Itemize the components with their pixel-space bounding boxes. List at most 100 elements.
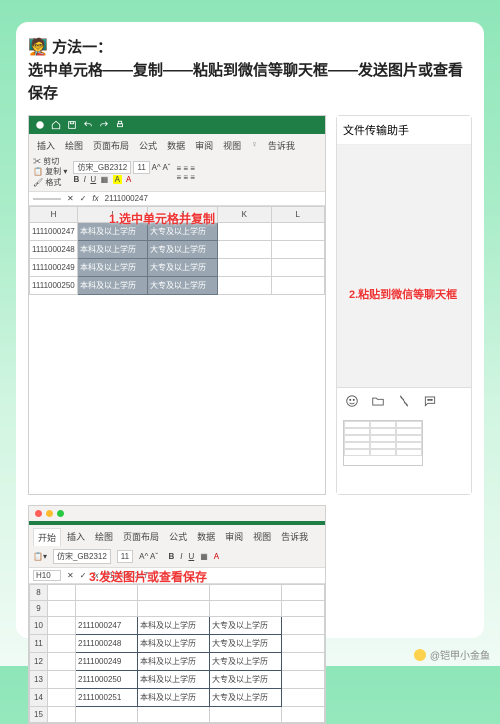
tab-data[interactable]: 数据 [193,528,219,546]
cell[interactable] [218,241,272,259]
col-header[interactable]: L [271,207,325,223]
cell[interactable]: 大专及以上学历 [210,617,282,635]
increase-font-icon[interactable]: A^ [152,163,161,172]
cell[interactable]: 大专及以上学历 [210,689,282,707]
folder-icon[interactable] [371,394,385,408]
format-label[interactable]: 格式 [45,178,61,187]
formula-value[interactable]: 2111000247 [105,194,148,203]
chat-history-icon[interactable] [423,394,437,408]
copy-label[interactable]: 复制 [45,167,61,176]
cell[interactable]: 本科及以上学历 [78,277,148,295]
tab-tellme[interactable]: 告诉我 [277,528,312,546]
min-dot[interactable] [46,510,53,517]
cell[interactable]: 本科及以上学历 [138,653,210,671]
cell[interactable]: 1111000248 [30,241,78,259]
emoji-icon[interactable] [345,394,359,408]
tab-draw[interactable]: 绘图 [91,528,117,546]
cell[interactable]: 本科及以上学历 [138,671,210,689]
fill-color-button[interactable]: A [113,175,122,184]
cell[interactable]: 1111000249 [30,259,78,277]
cell[interactable]: 大专及以上学历 [210,635,282,653]
bold-button[interactable]: B [73,175,79,184]
cell[interactable]: 大专及以上学历 [148,259,218,277]
save-icon[interactable] [67,120,77,130]
italic-button[interactable]: I [84,175,86,184]
pasted-image-thumbnail[interactable] [343,420,423,466]
cell[interactable]: 本科及以上学历 [78,259,148,277]
fx-icon[interactable]: fx [92,194,98,203]
row-header[interactable]: 9 [30,601,48,617]
font-name-select[interactable]: 仿宋_GB2312 [53,549,111,564]
cell[interactable]: 大专及以上学历 [210,653,282,671]
tab-view[interactable]: 视图 [219,137,245,154]
tab-tellme[interactable]: 告诉我 [264,137,299,154]
cell[interactable]: 本科及以上学历 [78,241,148,259]
cell[interactable]: 本科及以上学历 [138,689,210,707]
tab-review[interactable]: 审阅 [221,528,247,546]
cell[interactable]: 2111000249 [76,653,138,671]
border-button[interactable]: ▦ [101,175,109,184]
name-box[interactable] [33,198,61,200]
name-box[interactable]: H10 [33,570,61,581]
screenshot-icon[interactable] [397,394,411,408]
spreadsheet-grid-2[interactable]: 8 9 102111000247本科及以上学历大专及以上学历 112111000… [29,584,325,723]
cell[interactable]: 2111000251 [76,689,138,707]
col-header[interactable]: K [218,207,272,223]
tab-review[interactable]: 审阅 [191,137,217,154]
cell[interactable]: 大专及以上学历 [210,671,282,689]
cell[interactable]: 1111000250 [30,277,78,295]
underline-button[interactable]: U [90,175,96,184]
tab-layout[interactable]: 页面布局 [89,137,133,154]
max-dot[interactable] [57,510,64,517]
tab-formula[interactable]: 公式 [165,528,191,546]
row-header[interactable]: 8 [30,585,48,601]
decrease-font-icon[interactable]: Aˇ [162,163,170,172]
font-size-select[interactable]: 11 [133,161,149,174]
cell[interactable] [271,223,325,241]
cell[interactable]: 2111000248 [76,635,138,653]
cancel-icon[interactable]: ✕ [67,194,74,203]
enter-icon[interactable]: ✓ [80,194,87,203]
tab-data[interactable]: 数据 [163,137,189,154]
tab-view[interactable]: 视图 [249,528,275,546]
wechat-input-area[interactable] [337,414,471,494]
tab-insert[interactable]: 插入 [63,528,89,546]
row-header[interactable]: 11 [30,635,48,653]
cell[interactable] [271,259,325,277]
tab-layout[interactable]: 页面布局 [119,528,163,546]
tab-formula[interactable]: 公式 [135,137,161,154]
row-header[interactable]: 10 [30,617,48,635]
redo-icon[interactable] [99,120,109,130]
home-icon[interactable] [51,120,61,130]
row-header[interactable]: 14 [30,689,48,707]
cell[interactable] [271,241,325,259]
cell[interactable]: 本科及以上学历 [138,617,210,635]
print-icon[interactable] [115,120,125,130]
cut-label[interactable]: 剪切 [43,157,59,166]
paste-button[interactable]: 📋▾ [33,552,47,561]
cell[interactable]: 大专及以上学历 [148,277,218,295]
tab-draw[interactable]: 绘图 [61,137,87,154]
cell[interactable] [271,277,325,295]
cell[interactable] [218,223,272,241]
cell[interactable]: 1111000247 [30,223,78,241]
row-header[interactable]: 13 [30,671,48,689]
font-size-select[interactable]: 11 [117,550,133,563]
row-header[interactable]: 15 [30,707,48,723]
cancel-icon[interactable]: ✕ [67,571,74,580]
font-color-button[interactable]: A [126,175,131,184]
cell[interactable]: 大专及以上学历 [148,241,218,259]
close-dot[interactable] [35,510,42,517]
cell[interactable]: 2111000247 [76,617,138,635]
cell[interactable]: 本科及以上学历 [138,635,210,653]
cell[interactable] [218,277,272,295]
cell[interactable] [218,259,272,277]
enter-icon[interactable]: ✓ [80,571,87,580]
row-header[interactable]: 12 [30,653,48,671]
cell[interactable]: 2111000250 [76,671,138,689]
tab-home[interactable]: 开始 [33,528,61,546]
col-header[interactable]: H [30,207,78,223]
tab-insert[interactable]: 插入 [33,137,59,154]
undo-icon[interactable] [83,120,93,130]
font-name-select[interactable]: 仿宋_GB2312 [73,161,131,174]
